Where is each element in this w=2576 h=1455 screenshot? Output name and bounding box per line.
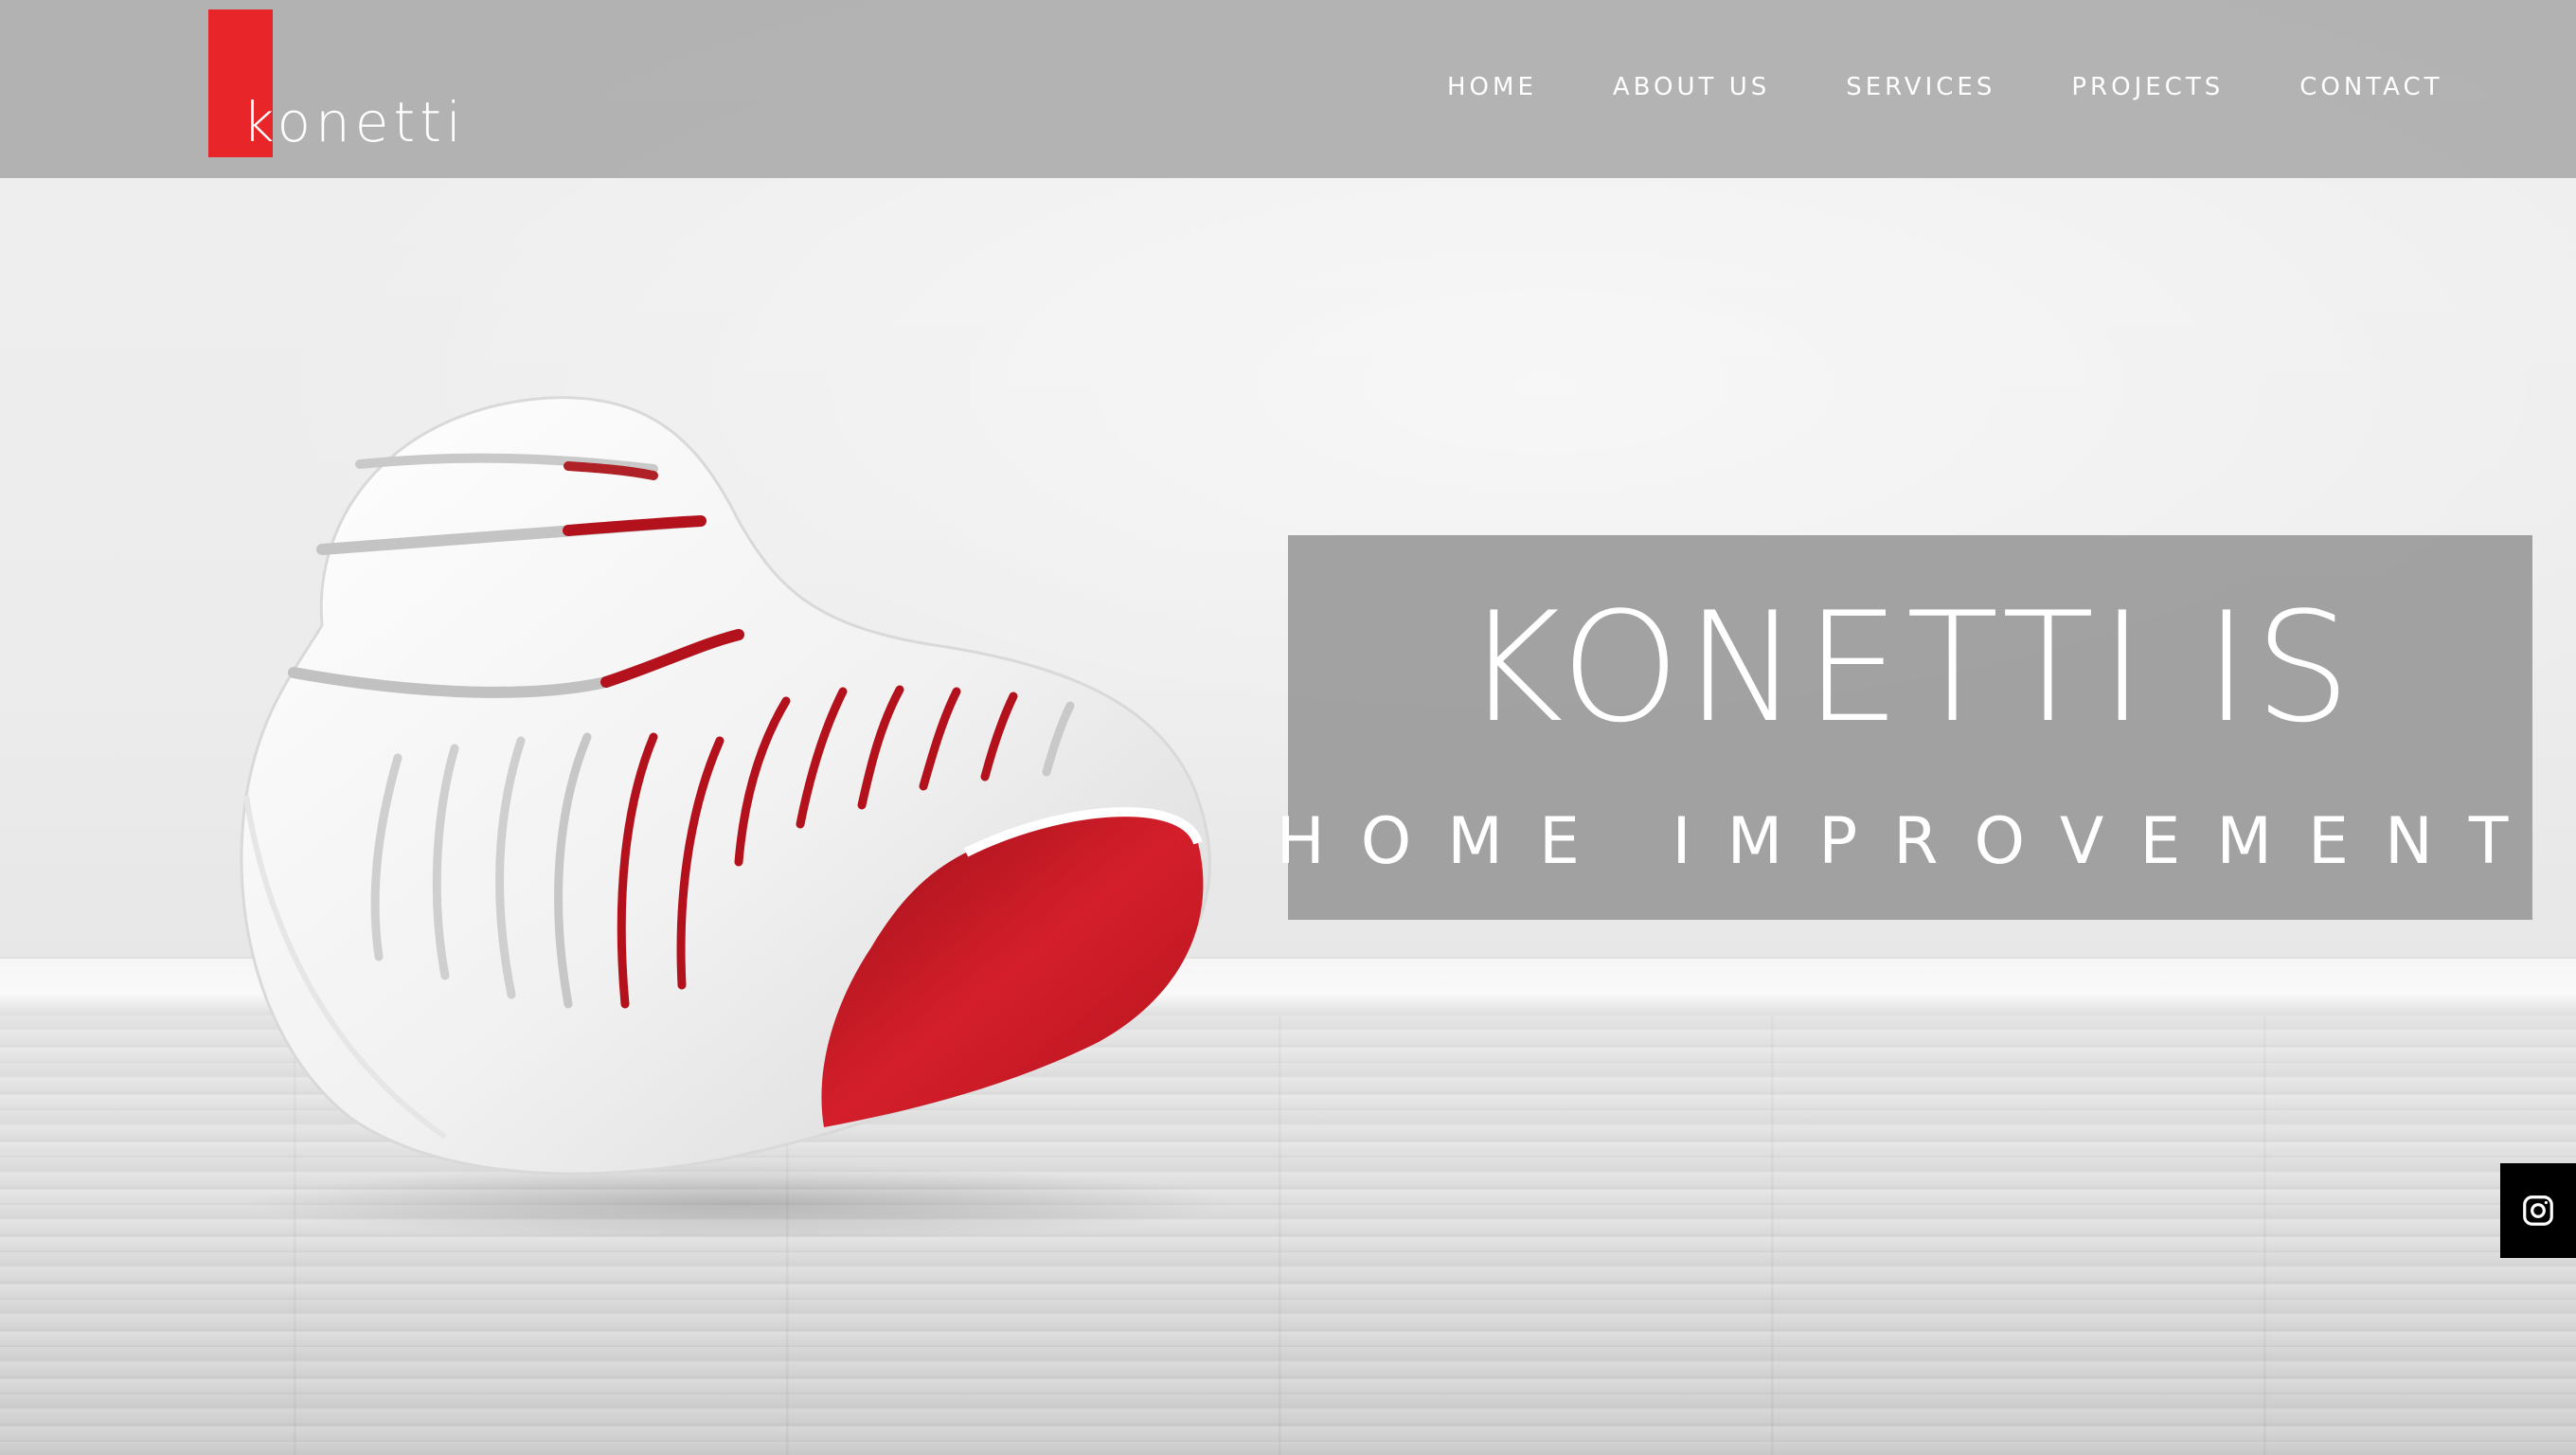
logo-text: konetti xyxy=(242,90,467,154)
instagram-button[interactable] xyxy=(2500,1163,2576,1258)
hero-subtitle: HOME IMPROVEMENT xyxy=(1276,804,2545,879)
nav-item-about-us[interactable]: ABOUT US xyxy=(1613,72,1770,102)
hero-title: KONETTI IS xyxy=(1463,579,2357,756)
site-header: konetti HOME ABOUT US SERVICES PROJECTS … xyxy=(0,0,2576,178)
instagram-icon xyxy=(2523,1195,2553,1226)
nav-item-services[interactable]: SERVICES xyxy=(1846,72,1995,102)
logo[interactable]: konetti xyxy=(208,9,461,159)
nav-item-contact[interactable]: CONTACT xyxy=(2299,72,2442,102)
hero-chair-image xyxy=(240,396,1231,1241)
nav-item-projects[interactable]: PROJECTS xyxy=(2071,72,2224,102)
page: konetti HOME ABOUT US SERVICES PROJECTS … xyxy=(0,0,2576,1455)
hero-text-box: KONETTI IS HOME IMPROVEMENT xyxy=(1277,535,2532,920)
nav-item-home[interactable]: HOME xyxy=(1447,72,1537,102)
main-nav: HOME ABOUT US SERVICES PROJECTS CONTACT xyxy=(1447,72,2443,102)
